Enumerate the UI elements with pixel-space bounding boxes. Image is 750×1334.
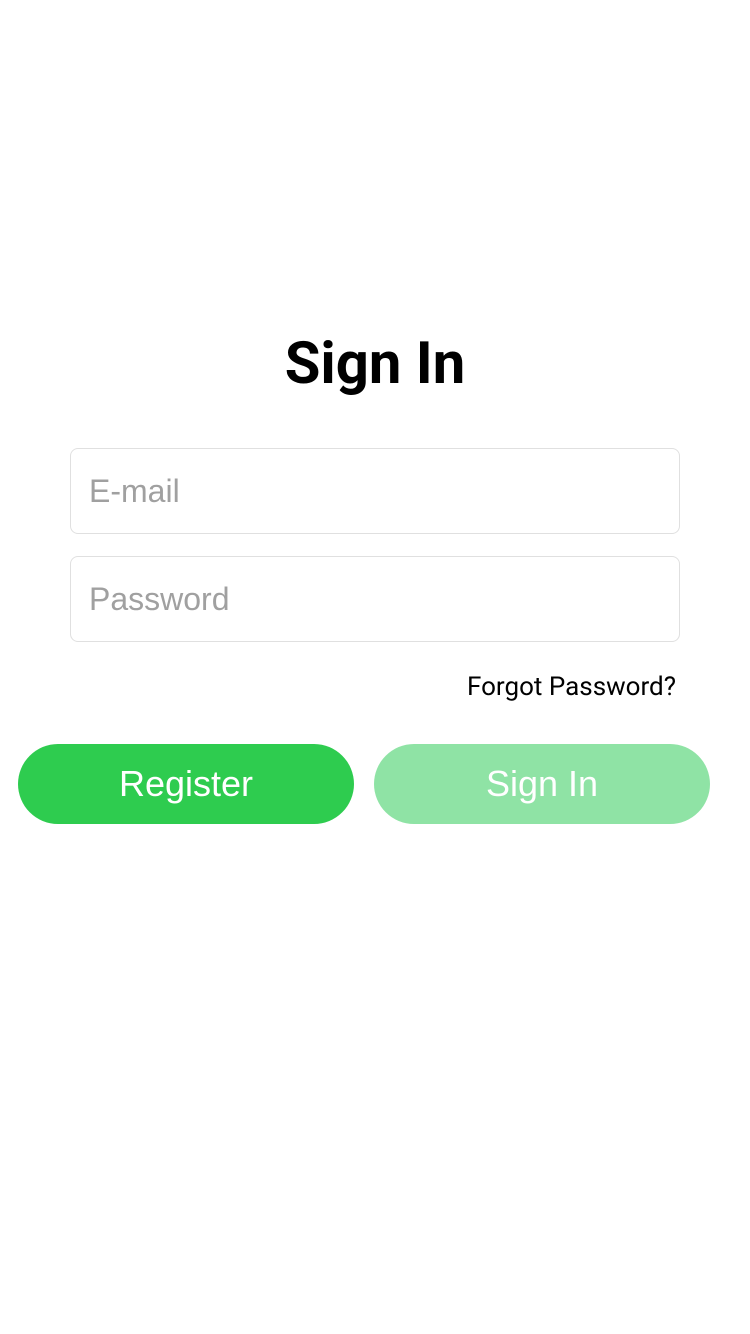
signin-button[interactable]: Sign In [374,744,710,824]
email-field[interactable] [70,448,680,534]
forgot-password-link[interactable]: Forgot Password? [70,672,680,702]
page-title: Sign In [45,330,705,398]
input-group: Forgot Password? [45,448,705,702]
button-row: Register Sign In [18,744,710,824]
signin-screen: Sign In Forgot Password? Register Sign I… [0,0,750,824]
register-button[interactable]: Register [18,744,354,824]
password-field[interactable] [70,556,680,642]
